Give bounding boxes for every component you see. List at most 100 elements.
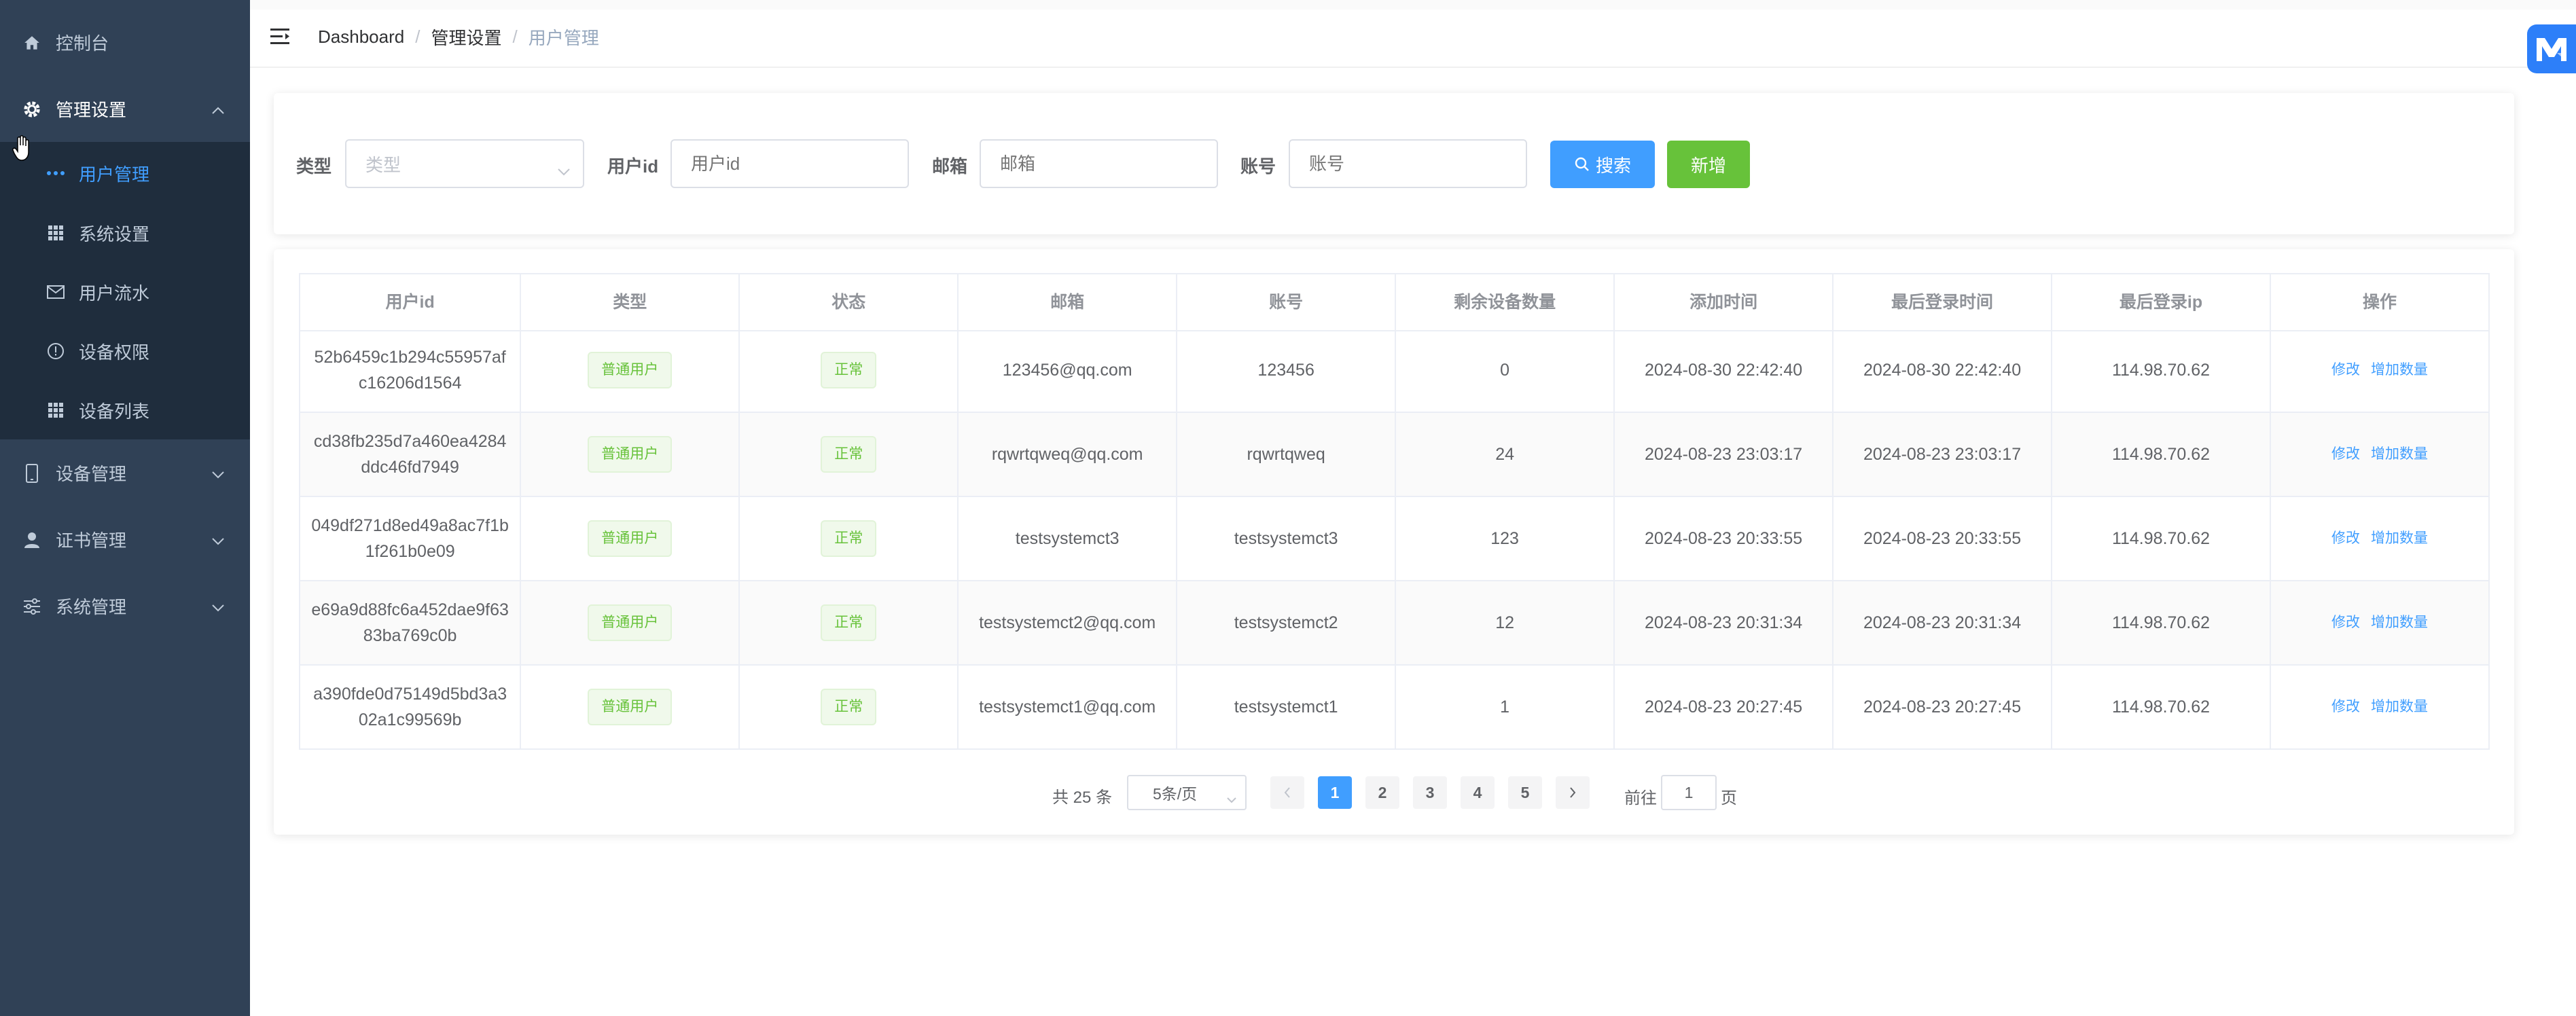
search-button[interactable]: 搜索 (1550, 141, 1655, 188)
header-added-time: 添加时间 (1615, 274, 1834, 330)
user-type-tag: 普通用户 (588, 436, 673, 473)
sidebar-item-label: 用户管理 (79, 164, 150, 185)
sidebar-item-user-management[interactable]: 用户管理 (0, 143, 250, 203)
email-input[interactable] (980, 139, 1218, 188)
chevron-left-icon (1284, 787, 1290, 798)
table-row: cd38fb235d7a460ea4284ddc46fd7949 普通用户 正常… (299, 413, 2490, 497)
page-1-button[interactable]: 1 (1318, 776, 1352, 809)
edit-link[interactable]: 修改 (2331, 610, 2360, 636)
header-last-login-ip: 最后登录ip (2052, 274, 2271, 330)
goto-page-input[interactable]: 1 (1661, 775, 1717, 810)
status-badge: 正常 (821, 604, 877, 641)
user-type-tag: 普通用户 (588, 604, 673, 641)
chevron-down-icon (211, 463, 226, 484)
sidebar-item-label: 设备权限 (79, 342, 150, 363)
menu-certificate-management-label: 证书管理 (56, 530, 127, 551)
breadcrumb-admin-settings[interactable]: 管理设置 (431, 24, 501, 50)
menu-dashboard-label: 控制台 (56, 33, 109, 54)
search-icon (1574, 156, 1590, 173)
cell-account: testsystemct3 (1177, 497, 1397, 580)
add-quantity-link[interactable]: 增加数量 (2371, 526, 2428, 551)
breadcrumb-user-management: 用户管理 (528, 28, 599, 48)
cell-email: rqwrtqweq@qq.com (959, 413, 1178, 496)
cell-account: testsystemct2 (1177, 581, 1397, 664)
status-badge: 正常 (821, 520, 877, 557)
add-quantity-link[interactable]: 增加数量 (2371, 441, 2428, 467)
cell-type: 普通用户 (521, 413, 740, 496)
chevron-up-icon (211, 99, 226, 120)
sidebar-item-user-flow[interactable]: 用户流水 (0, 262, 250, 322)
menu-device-management[interactable]: 设备管理 (0, 440, 250, 506)
menu-admin-settings[interactable]: 管理设置 (0, 76, 250, 142)
hamburger-menu-icon[interactable] (270, 27, 291, 50)
add-quantity-link[interactable]: 增加数量 (2371, 694, 2428, 720)
cell-type: 普通用户 (521, 497, 740, 580)
sidebar-item-label: 用户流水 (79, 283, 150, 304)
menu-admin-settings-label: 管理设置 (56, 100, 127, 120)
chevron-down-icon (211, 530, 226, 551)
header-actions: 操作 (2271, 274, 2490, 330)
edit-link[interactable]: 修改 (2331, 357, 2360, 383)
sidebar-item-system-settings[interactable]: 系统设置 (0, 203, 250, 263)
type-label: 类型 (296, 156, 332, 177)
email-label: 邮箱 (932, 156, 968, 177)
status-badge: 正常 (821, 689, 877, 725)
info-circle-icon (46, 342, 65, 361)
breadcrumb-dashboard[interactable]: Dashboard (318, 26, 404, 48)
add-quantity-link[interactable]: 增加数量 (2371, 610, 2428, 636)
mobile-icon (22, 463, 42, 484)
type-placeholder: 类型 (365, 154, 401, 175)
page-2-button[interactable]: 2 (1365, 776, 1399, 809)
edit-link[interactable]: 修改 (2331, 694, 2360, 720)
cell-account: rqwrtqweq (1177, 413, 1397, 496)
userid-input[interactable] (670, 139, 909, 188)
type-select[interactable]: 类型 (345, 139, 584, 188)
edit-link[interactable]: 修改 (2331, 441, 2360, 467)
cell-email: testsystemct3 (959, 497, 1178, 580)
cell-last-login-ip: 114.98.70.62 (2052, 581, 2271, 664)
cell-last-login-time: 2024-08-23 20:31:34 (1833, 581, 2053, 664)
user-type-tag: 普通用户 (588, 520, 673, 557)
menu-system-management-label: 系统管理 (56, 597, 127, 617)
cell-last-login-ip: 114.98.70.62 (2052, 497, 2271, 580)
page-size-select[interactable]: 5条/页 (1127, 775, 1247, 810)
pagination-total: 共 25 条 (1052, 788, 1113, 807)
prev-page-button[interactable] (1270, 776, 1304, 809)
gear-icon (22, 99, 42, 120)
menu-system-management[interactable]: 系统管理 (0, 573, 250, 639)
top-navbar: Dashboard / 管理设置 / 用户管理 (250, 0, 2576, 73)
cell-last-login-time: 2024-08-23 20:27:45 (1833, 666, 2053, 748)
header-status: 状态 (740, 274, 959, 330)
edit-link[interactable]: 修改 (2331, 526, 2360, 551)
next-page-button[interactable] (1556, 776, 1590, 809)
grid-icon (46, 401, 65, 420)
admin-settings-submenu: 用户管理 系统设置 用户流水 设备权限 设备列表 (0, 142, 250, 439)
add-button[interactable]: 新增 (1667, 141, 1750, 188)
add-quantity-link[interactable]: 增加数量 (2371, 357, 2428, 383)
page-5-button[interactable]: 5 (1508, 776, 1542, 809)
cell-actions: 修改 增加数量 (2271, 581, 2490, 664)
search-button-label: 搜索 (1595, 155, 1631, 176)
cell-remaining: 24 (1396, 413, 1615, 496)
page-3-button[interactable]: 3 (1413, 776, 1447, 809)
account-label: 账号 (1240, 156, 1276, 177)
sidebar-item-device-list[interactable]: 设备列表 (0, 380, 250, 440)
menu-certificate-management[interactable]: 证书管理 (0, 507, 250, 573)
cell-status: 正常 (740, 413, 959, 496)
sidebar-item-device-permissions[interactable]: 设备权限 (0, 321, 250, 381)
header-type: 类型 (521, 274, 740, 330)
table-row: 049df271d8ed49a8ac7f1b1f261b0e09 普通用户 正常… (299, 497, 2490, 581)
account-input[interactable] (1289, 139, 1527, 188)
cell-email: 123456@qq.com (959, 329, 1178, 412)
sidebar-item-label: 系统设置 (79, 223, 150, 244)
menu-dashboard[interactable]: 控制台 (0, 10, 250, 75)
more-dots-icon (46, 164, 65, 183)
cell-last-login-time: 2024-08-30 22:42:40 (1833, 329, 2053, 412)
cell-added-time: 2024-08-23 23:03:17 (1615, 413, 1834, 496)
cell-status: 正常 (740, 666, 959, 748)
header-account: 账号 (1177, 274, 1397, 330)
user-type-tag: 普通用户 (588, 689, 673, 725)
app-logo[interactable] (2527, 24, 2576, 73)
status-badge: 正常 (821, 436, 877, 473)
page-4-button[interactable]: 4 (1461, 776, 1495, 809)
